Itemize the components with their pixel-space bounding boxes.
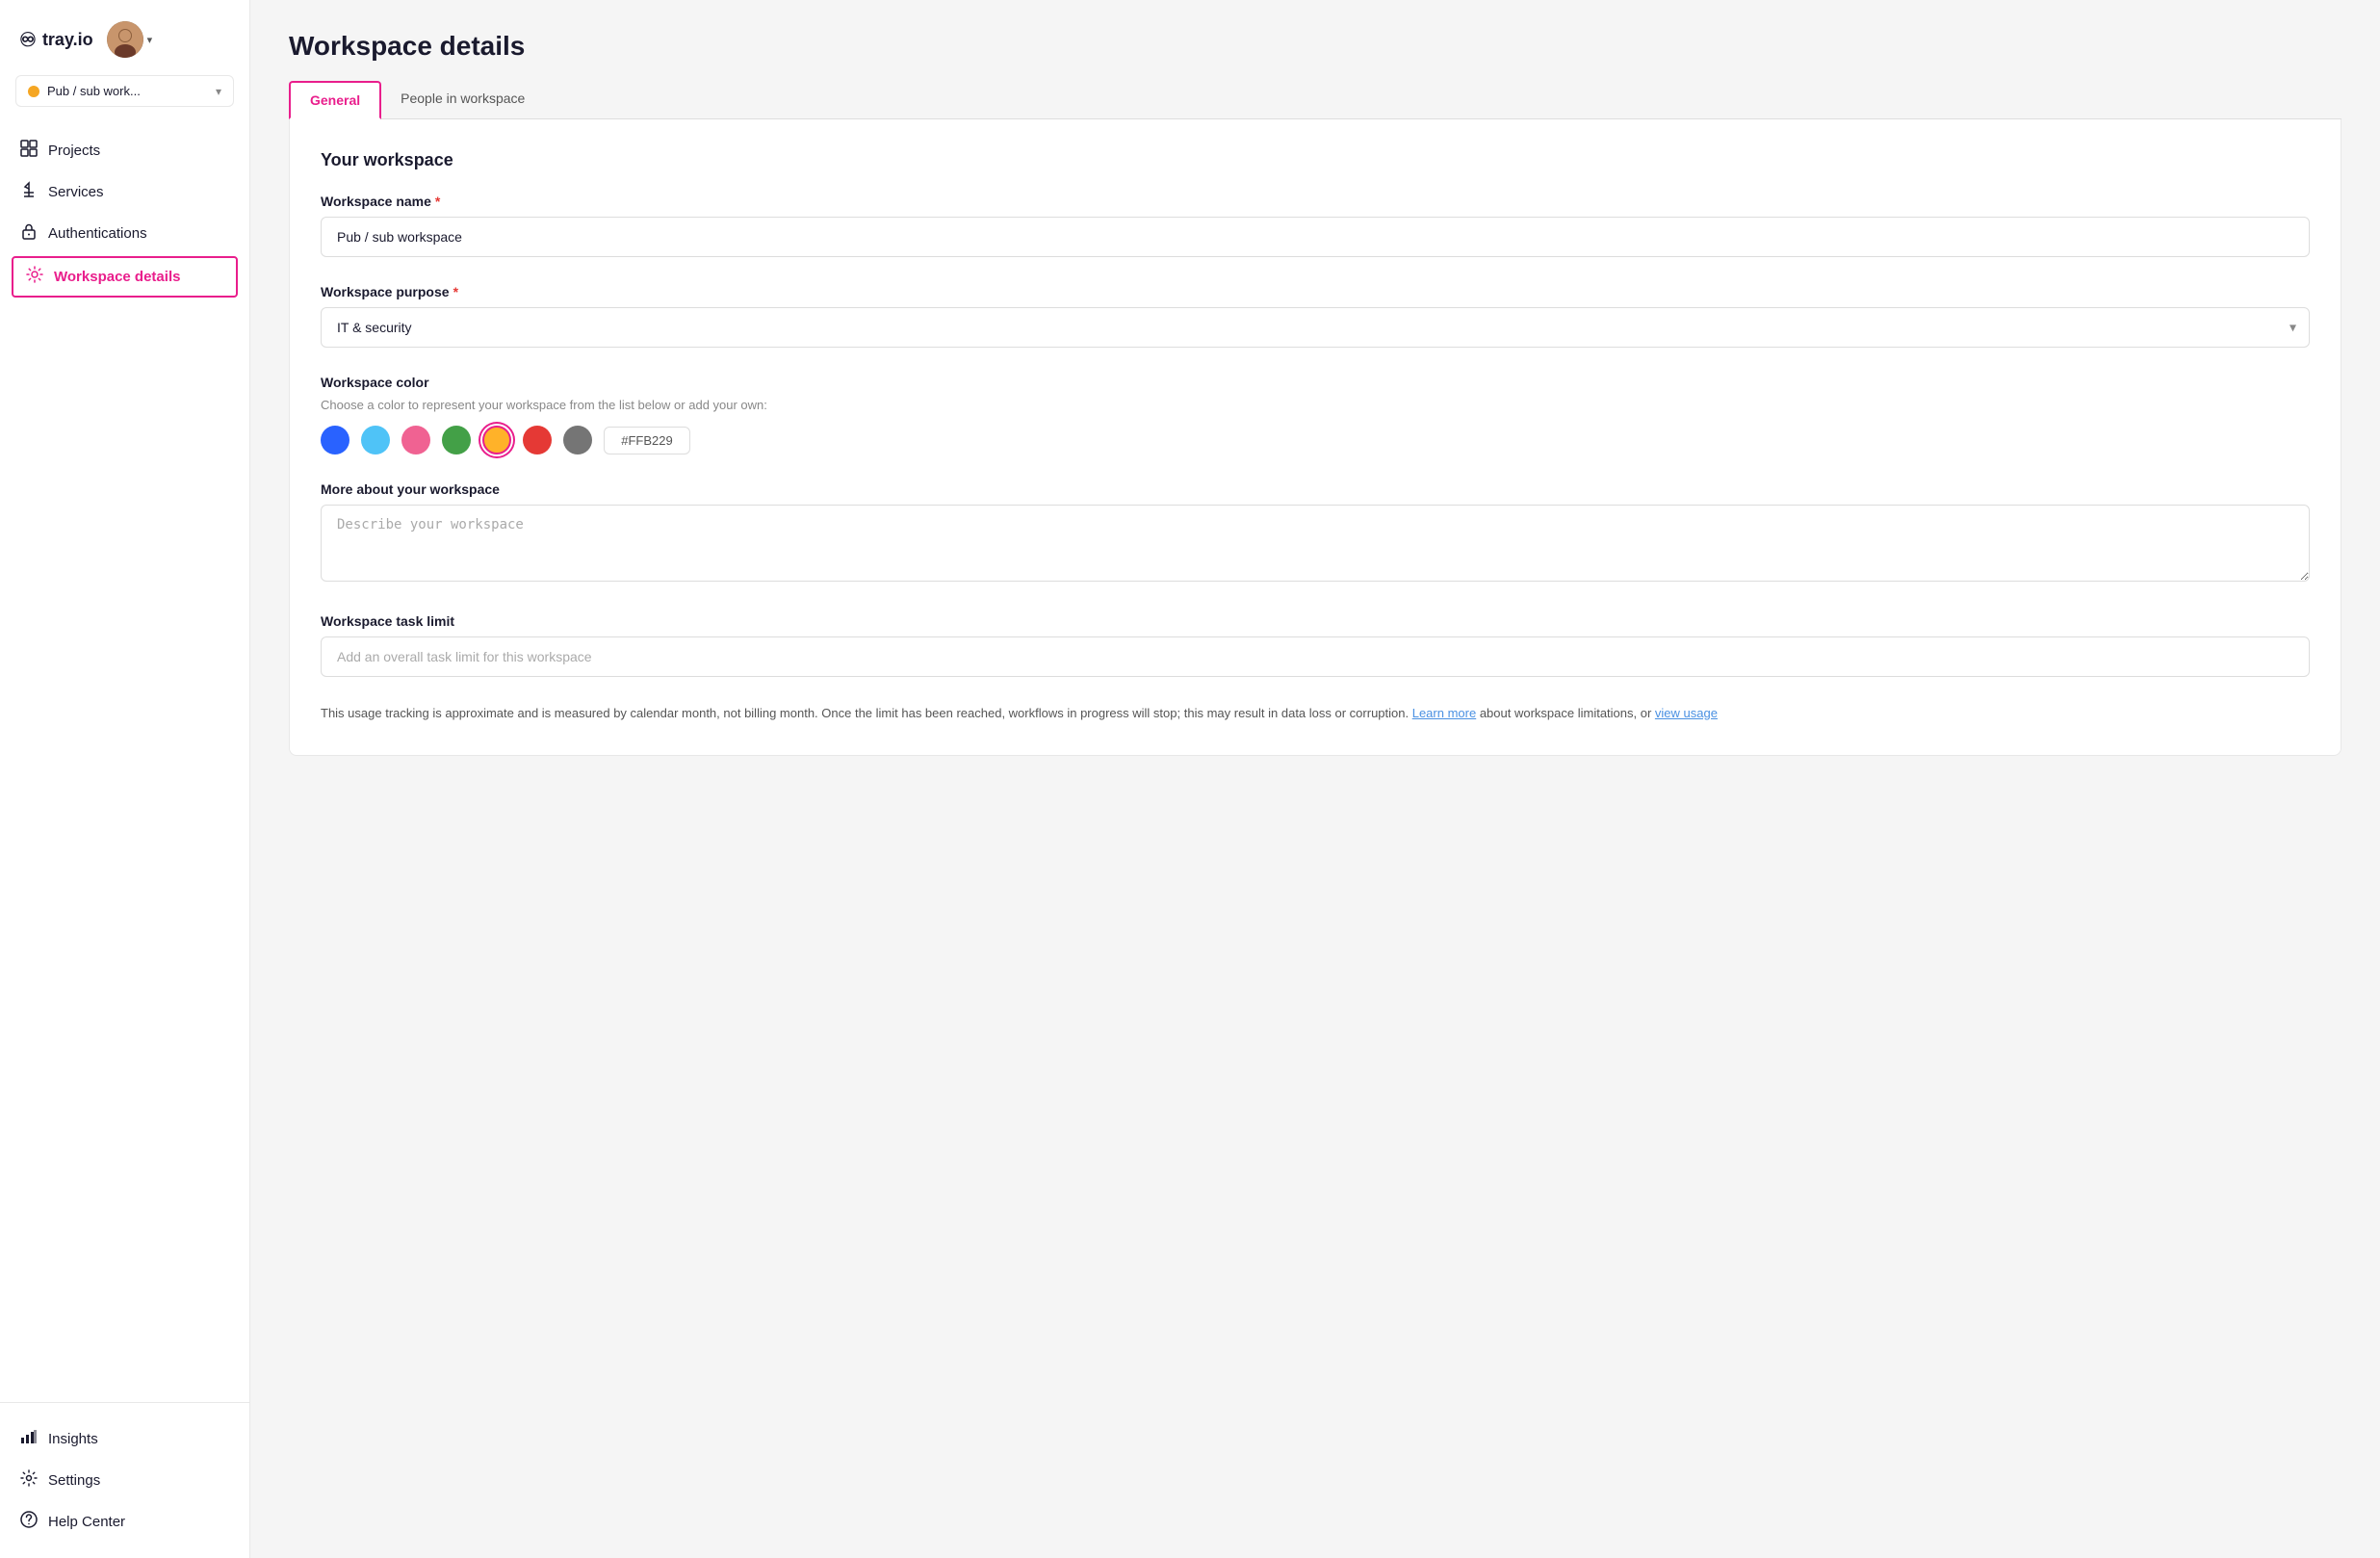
sidebar-item-label-settings: Settings [48,1472,100,1489]
main-content: Workspace details General People in work… [250,0,2380,1558]
footer-text: This usage tracking is approximate and i… [321,704,2310,724]
logo: ♾ tray.io [19,28,93,52]
color-swatch-gray[interactable] [563,426,592,454]
sidebar-item-label-insights: Insights [48,1431,98,1447]
sidebar-divider [0,1402,249,1403]
avatar-image [107,21,143,58]
page-title: Workspace details [289,31,2341,62]
help-center-icon [19,1511,39,1533]
content-area: Your workspace Workspace name * Workspac… [289,119,2341,756]
sidebar-item-workspace-details[interactable]: Workspace details [12,256,238,298]
insights-icon [19,1428,39,1450]
section-title: Your workspace [321,150,2310,170]
color-options: #FFB229 [321,426,2310,454]
workspace-name-label: Workspace name * [321,194,2310,209]
sidebar-bottom: Insights Settings Help Center [0,1411,249,1558]
color-swatch-green[interactable] [442,426,471,454]
workspace-purpose-required: * [453,284,458,299]
sidebar: ♾ tray.io ▾ Pub / sub work... ▾ [0,0,250,1558]
page-header: Workspace details General People in work… [250,0,2380,119]
workspace-about-input[interactable] [321,505,2310,582]
workspace-about-group: More about your workspace [321,481,2310,586]
workspace-name-input[interactable] [321,217,2310,257]
sidebar-item-projects[interactable]: Projects [0,130,249,171]
sidebar-item-label-services: Services [48,184,104,200]
color-description: Choose a color to represent your workspa… [321,398,2310,412]
workspace-name-group: Workspace name * [321,194,2310,257]
sidebar-item-help-center[interactable]: Help Center [0,1501,249,1543]
avatar-chevron-icon: ▾ [147,34,153,46]
workspace-purpose-select[interactable]: IT & security Marketing Sales Engineerin… [321,307,2310,348]
authentications-icon [19,222,39,245]
sidebar-item-label-help-center: Help Center [48,1514,125,1530]
color-swatch-red[interactable] [523,426,552,454]
services-icon [19,181,39,203]
workspace-task-limit-label: Workspace task limit [321,613,2310,629]
workspace-chevron-icon: ▾ [216,85,221,98]
color-swatch-pink[interactable] [401,426,430,454]
workspace-task-limit-group: Workspace task limit [321,613,2310,677]
sidebar-item-authentications[interactable]: Authentications [0,213,249,254]
user-avatar[interactable]: ▾ [107,21,153,58]
learn-more-link[interactable]: Learn more [1412,706,1476,720]
sidebar-header: ♾ tray.io ▾ [0,0,249,75]
sidebar-item-services[interactable]: Services [0,171,249,213]
workspace-purpose-label: Workspace purpose * [321,284,2310,299]
workspace-color-label: Workspace color [321,375,2310,390]
sidebar-item-insights[interactable]: Insights [0,1418,249,1460]
workspace-details-icon [25,266,44,288]
settings-icon [19,1469,39,1492]
workspace-dot [28,86,39,97]
workspace-selector[interactable]: Pub / sub work... ▾ [15,75,234,107]
workspace-name-label: Pub / sub work... [47,84,208,98]
projects-icon [19,140,39,162]
sidebar-item-label-workspace-details: Workspace details [54,269,180,285]
sidebar-item-label-projects: Projects [48,143,100,159]
workspace-about-label: More about your workspace [321,481,2310,497]
workspace-purpose-group: Workspace purpose * IT & security Market… [321,284,2310,348]
sidebar-nav: Projects Services Authentic [0,122,249,1394]
workspace-purpose-select-wrapper: IT & security Marketing Sales Engineerin… [321,307,2310,348]
logo-text: ♾ tray.io [19,28,93,52]
tabs: General People in workspace [289,81,2341,119]
color-swatch-blue-light[interactable] [361,426,390,454]
color-swatch-blue-dark[interactable] [321,426,349,454]
sidebar-item-label-authentications: Authentications [48,225,147,242]
workspace-name-required: * [435,194,440,209]
tab-people[interactable]: People in workspace [381,81,544,119]
workspace-task-limit-input[interactable] [321,636,2310,677]
color-custom-input[interactable]: #FFB229 [604,427,690,454]
workspace-color-group: Workspace color Choose a color to repres… [321,375,2310,454]
sidebar-item-settings[interactable]: Settings [0,1460,249,1501]
color-swatch-orange[interactable] [482,426,511,454]
logo-symbol: ♾ [19,28,37,52]
view-usage-link[interactable]: view usage [1655,706,1718,720]
tab-general[interactable]: General [289,81,381,119]
